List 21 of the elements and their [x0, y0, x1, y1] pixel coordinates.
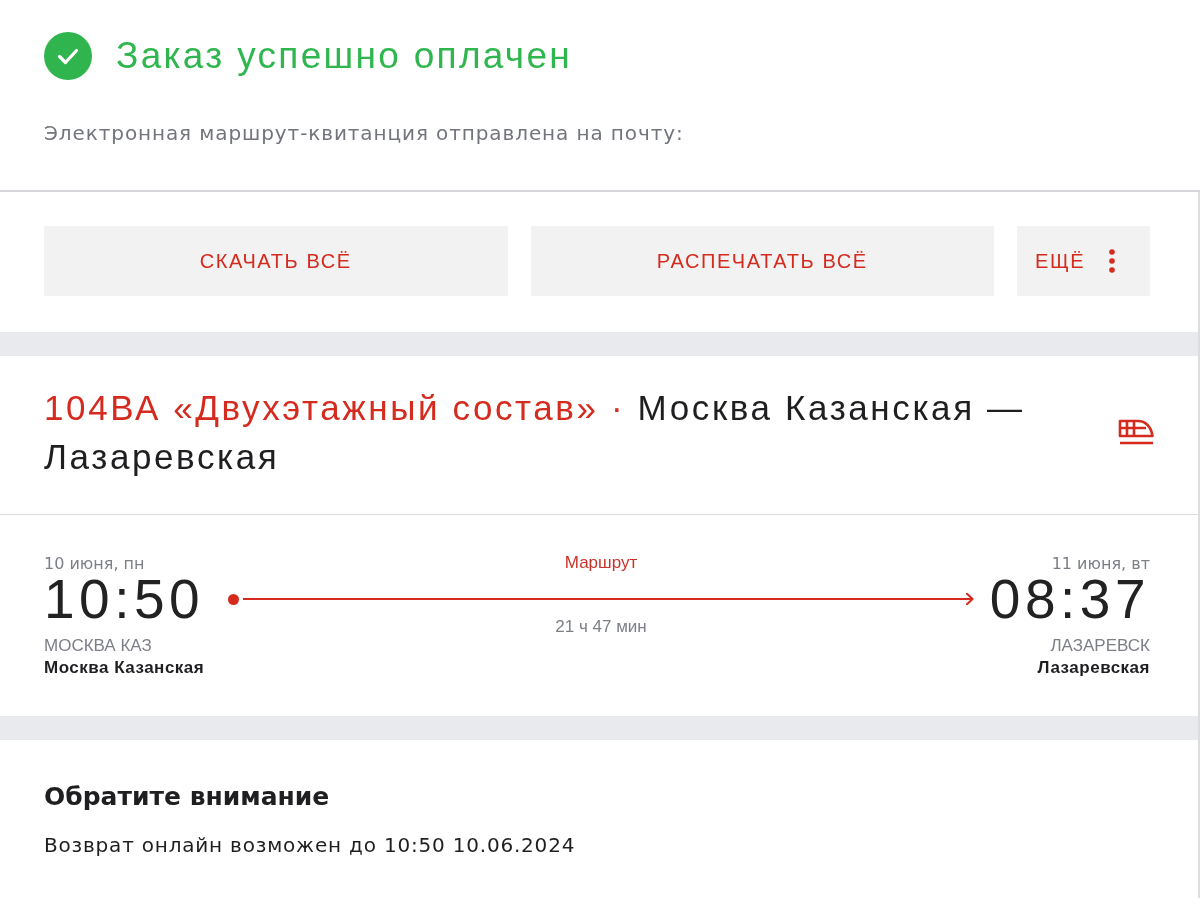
status-message: Электронная маршрут-квитанция отправлена на почту:: [44, 120, 685, 146]
notice-title: Обратите внимание: [44, 781, 331, 813]
train-title: 104ВА «Двухэтажный состав» · Москва Казанская — Лазаревская: [44, 387, 1026, 478]
station-name: Лазаревская: [1036, 657, 1150, 679]
station-name: Москва Казанская: [44, 657, 205, 679]
action-button[interactable]: РАСПЕЧАТАТЬ ВСЁ: [530, 226, 994, 296]
more-button[interactable]: ЕЩЁ: [1017, 226, 1150, 296]
date-text: 11 июня, вт: [1050, 554, 1150, 574]
station-code: ЛАЗАРЕВСК: [1049, 635, 1150, 657]
status-title: Заказ успешно оплачен: [116, 34, 573, 78]
action-button[interactable]: СКАЧАТЬ ВСЁ: [44, 226, 508, 296]
date-text: 10 июня, пн: [44, 554, 146, 574]
time-text: 08:37: [989, 574, 1150, 624]
check-circle-icon: [44, 32, 92, 80]
train-icon: [1118, 417, 1154, 447]
more-icon: [1109, 249, 1116, 273]
time-text: 10:50: [44, 574, 205, 624]
route-label: Маршрут: [563, 552, 639, 574]
duration-text: 21 ч 47 мин: [554, 616, 648, 638]
notice-text: Возврат онлайн возможен до 10:50 10.06.2024: [44, 832, 577, 859]
station-code: МОСКВА КАЗ: [44, 635, 153, 657]
